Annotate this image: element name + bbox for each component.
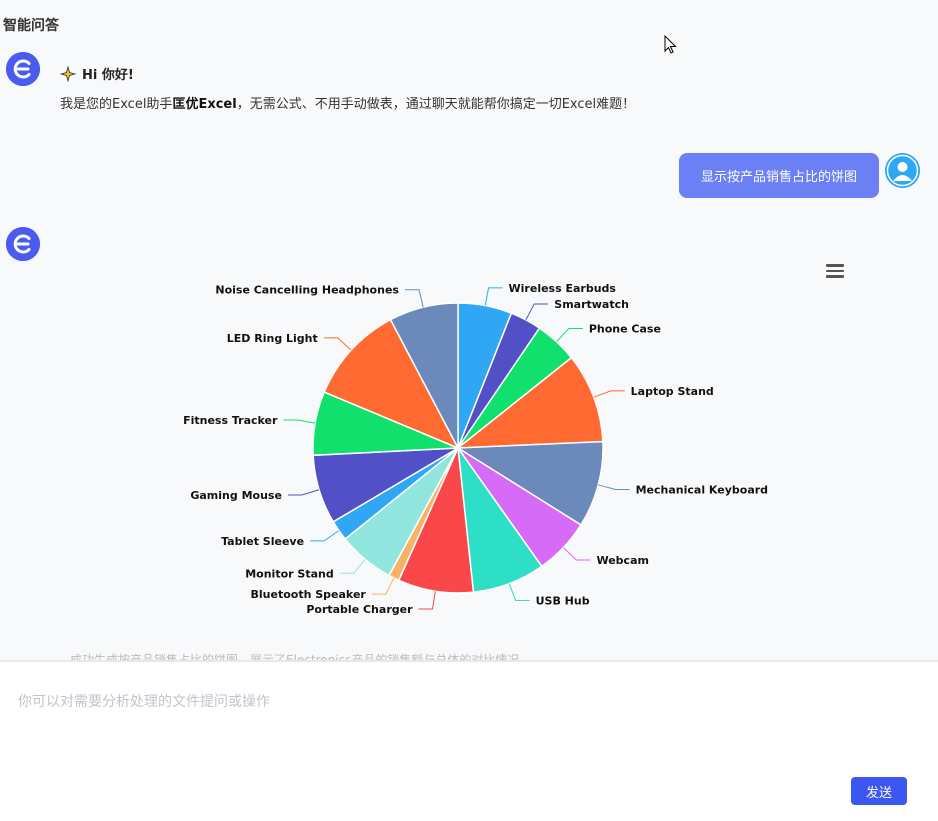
pie-label: Bluetooth Speaker <box>251 588 367 601</box>
pie-label-line <box>287 489 320 496</box>
pie-label: Webcam <box>596 554 648 567</box>
user-message-bubble: 显示按产品销售占比的饼图 <box>679 153 879 198</box>
pie-label-line <box>323 337 352 351</box>
pie-label-line <box>339 559 366 574</box>
pie-label: Phone Case <box>589 322 661 335</box>
input-area: 发送 <box>0 660 938 821</box>
greeting-text-before: 我是您的Excel助手 <box>60 97 173 112</box>
send-button[interactable]: 发送 <box>851 777 907 805</box>
mouse-cursor-icon <box>664 35 677 54</box>
app-title: 智能问答 <box>3 18 59 34</box>
pie-label-line <box>371 577 395 595</box>
greeting-title: Hi 你好! <box>82 68 134 83</box>
bot-logo-icon <box>6 52 40 86</box>
pie-label-line <box>556 327 583 343</box>
user-avatar <box>885 153 920 188</box>
user-icon <box>885 153 920 188</box>
pie-chart: Wireless Earbuds Smartwatch Phone Case Lapt… <box>0 230 938 650</box>
pie-label: Fitness Tracker <box>183 414 278 427</box>
pie-label-line <box>484 287 503 306</box>
pie-label-line <box>563 547 591 561</box>
bot-avatar <box>6 52 40 86</box>
pie-label: Portable Charger <box>306 603 413 616</box>
pie-label-line <box>310 530 340 542</box>
pie-label-line <box>418 591 436 610</box>
pie-label: Wireless Earbuds <box>509 282 617 295</box>
pie-label: Tablet Sleeve <box>221 535 304 548</box>
greeting-message: Hi 你好! 我是您的Excel助手匡优Excel，无需公式、不用手动做表，通过… <box>60 64 635 112</box>
pie-label: Laptop Stand <box>631 385 714 398</box>
pie-label-line <box>404 289 424 308</box>
pie-label: Gaming Mouse <box>190 489 282 502</box>
pie-label: Smartwatch <box>554 298 629 311</box>
pie-label-line <box>283 419 316 424</box>
pie-label-line <box>508 583 530 601</box>
brand-name: 匡优Excel <box>172 97 237 112</box>
chart-menu-icon[interactable] <box>826 264 844 278</box>
pie-label: Noise Cancelling Headphones <box>215 284 399 297</box>
pie-label-line <box>598 484 630 491</box>
pie-label: Mechanical Keyboard <box>636 484 768 497</box>
pie-label-line <box>525 303 549 321</box>
pie-label: LED Ring Light <box>227 332 318 345</box>
pie-label: Monitor Stand <box>245 567 333 580</box>
pie-label-line <box>593 390 625 398</box>
sparkle-icon <box>60 65 76 82</box>
question-input[interactable] <box>18 690 838 714</box>
greeting-title-row: Hi 你好! <box>60 64 635 83</box>
greeting-text-after: ，无需公式、不用手动做表，通过聊天就能帮你搞定一切Excel难题！ <box>236 97 636 112</box>
pie-chart-svg: Wireless Earbuds Smartwatch Phone Case Lapt… <box>183 282 768 616</box>
pie-label: USB Hub <box>536 594 590 607</box>
greeting-text: 我是您的Excel助手匡优Excel，无需公式、不用手动做表，通过聊天就能帮你搞… <box>60 93 635 112</box>
